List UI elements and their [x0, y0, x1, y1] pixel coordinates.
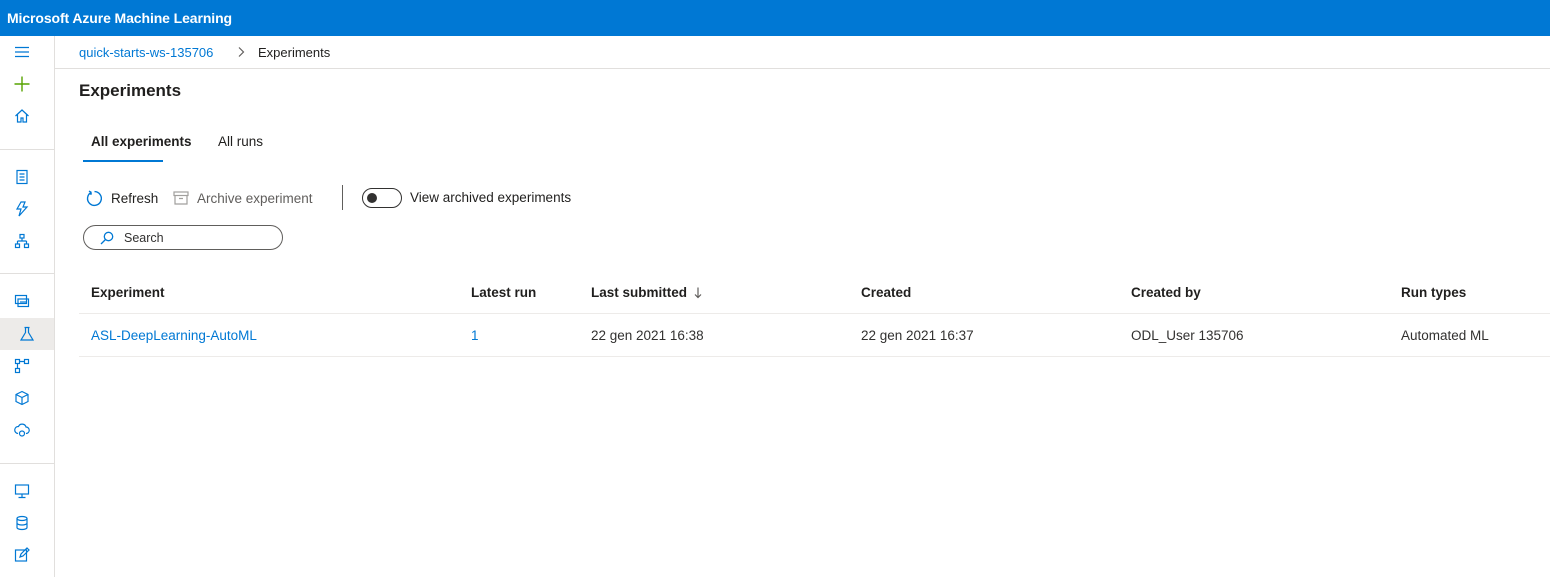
- experiments-icon[interactable]: [0, 318, 54, 350]
- column-header-last-submitted-label: Last submitted: [591, 285, 688, 300]
- archive-label: Archive experiment: [197, 190, 313, 206]
- compute-icon[interactable]: [12, 481, 32, 501]
- column-header-created[interactable]: Created: [861, 285, 911, 301]
- latest-run-link[interactable]: 1: [471, 328, 479, 344]
- pipelines-icon[interactable]: [12, 356, 32, 376]
- nav-divider: [0, 463, 54, 464]
- active-tab-indicator: [83, 160, 163, 162]
- endpoints-icon[interactable]: [12, 420, 32, 440]
- archive-experiment-button[interactable]: Archive experiment: [173, 188, 313, 208]
- notebook-icon[interactable]: [12, 167, 32, 187]
- view-archived-label: View archived experiments: [410, 190, 572, 205]
- search-box[interactable]: [83, 225, 283, 250]
- menu-icon[interactable]: [12, 42, 32, 62]
- breadcrumb-current: Experiments: [258, 45, 331, 60]
- tab-all-runs[interactable]: All runs: [218, 133, 263, 150]
- search-icon: [100, 231, 114, 245]
- refresh-button[interactable]: Refresh: [86, 188, 158, 208]
- breadcrumb-workspace-link[interactable]: quick-starts-ws-135706: [79, 45, 213, 61]
- datastores-icon[interactable]: [12, 513, 32, 533]
- column-header-experiment[interactable]: Experiment: [91, 285, 165, 301]
- home-icon[interactable]: [12, 106, 32, 126]
- last-submitted-cell: 22 gen 2021 16:38: [591, 328, 704, 343]
- column-header-created-by[interactable]: Created by: [1131, 285, 1201, 301]
- view-archived-toggle[interactable]: [362, 188, 402, 208]
- column-header-run-types[interactable]: Run types: [1401, 285, 1466, 301]
- top-bar: Microsoft Azure Machine Learning: [0, 0, 1550, 36]
- run-types-cell: Automated ML: [1401, 328, 1489, 343]
- page-title: Experiments: [79, 81, 182, 100]
- tab-all-experiments[interactable]: All experiments: [91, 133, 192, 150]
- designer-icon[interactable]: [12, 231, 32, 251]
- sort-descending-icon: [694, 287, 702, 299]
- archive-icon: [173, 191, 189, 205]
- app-title[interactable]: Microsoft Azure Machine Learning: [7, 9, 232, 27]
- datasets-icon[interactable]: [12, 291, 32, 311]
- nav-divider: [0, 149, 54, 150]
- models-icon[interactable]: [12, 388, 32, 408]
- toolbar-divider: [342, 185, 343, 210]
- column-header-latest-run[interactable]: Latest run: [471, 285, 536, 301]
- refresh-label: Refresh: [111, 190, 159, 206]
- created-cell: 22 gen 2021 16:37: [861, 328, 974, 343]
- experiment-name-link[interactable]: ASL-DeepLearning-AutoML: [91, 328, 257, 344]
- created-by-cell: ODL_User 135706: [1131, 328, 1244, 343]
- experiments-table: Experiment Latest run Last submitted Cre…: [79, 271, 1550, 357]
- table-row[interactable]: ASL-DeepLearning-AutoML 1 22 gen 2021 16…: [79, 314, 1550, 357]
- automl-icon[interactable]: [12, 199, 32, 219]
- toggle-knob: [367, 193, 377, 203]
- refresh-icon: [86, 189, 103, 206]
- left-nav: [0, 36, 55, 577]
- nav-divider: [0, 273, 54, 274]
- data-labeling-icon[interactable]: [12, 545, 32, 565]
- column-header-last-submitted[interactable]: Last submitted: [591, 285, 703, 301]
- search-input[interactable]: [124, 230, 274, 246]
- table-header: Experiment Latest run Last submitted Cre…: [79, 271, 1550, 314]
- chevron-right-icon: [236, 45, 248, 59]
- breadcrumb: quick-starts-ws-135706 Experiments: [55, 36, 1550, 69]
- add-icon[interactable]: [12, 74, 32, 94]
